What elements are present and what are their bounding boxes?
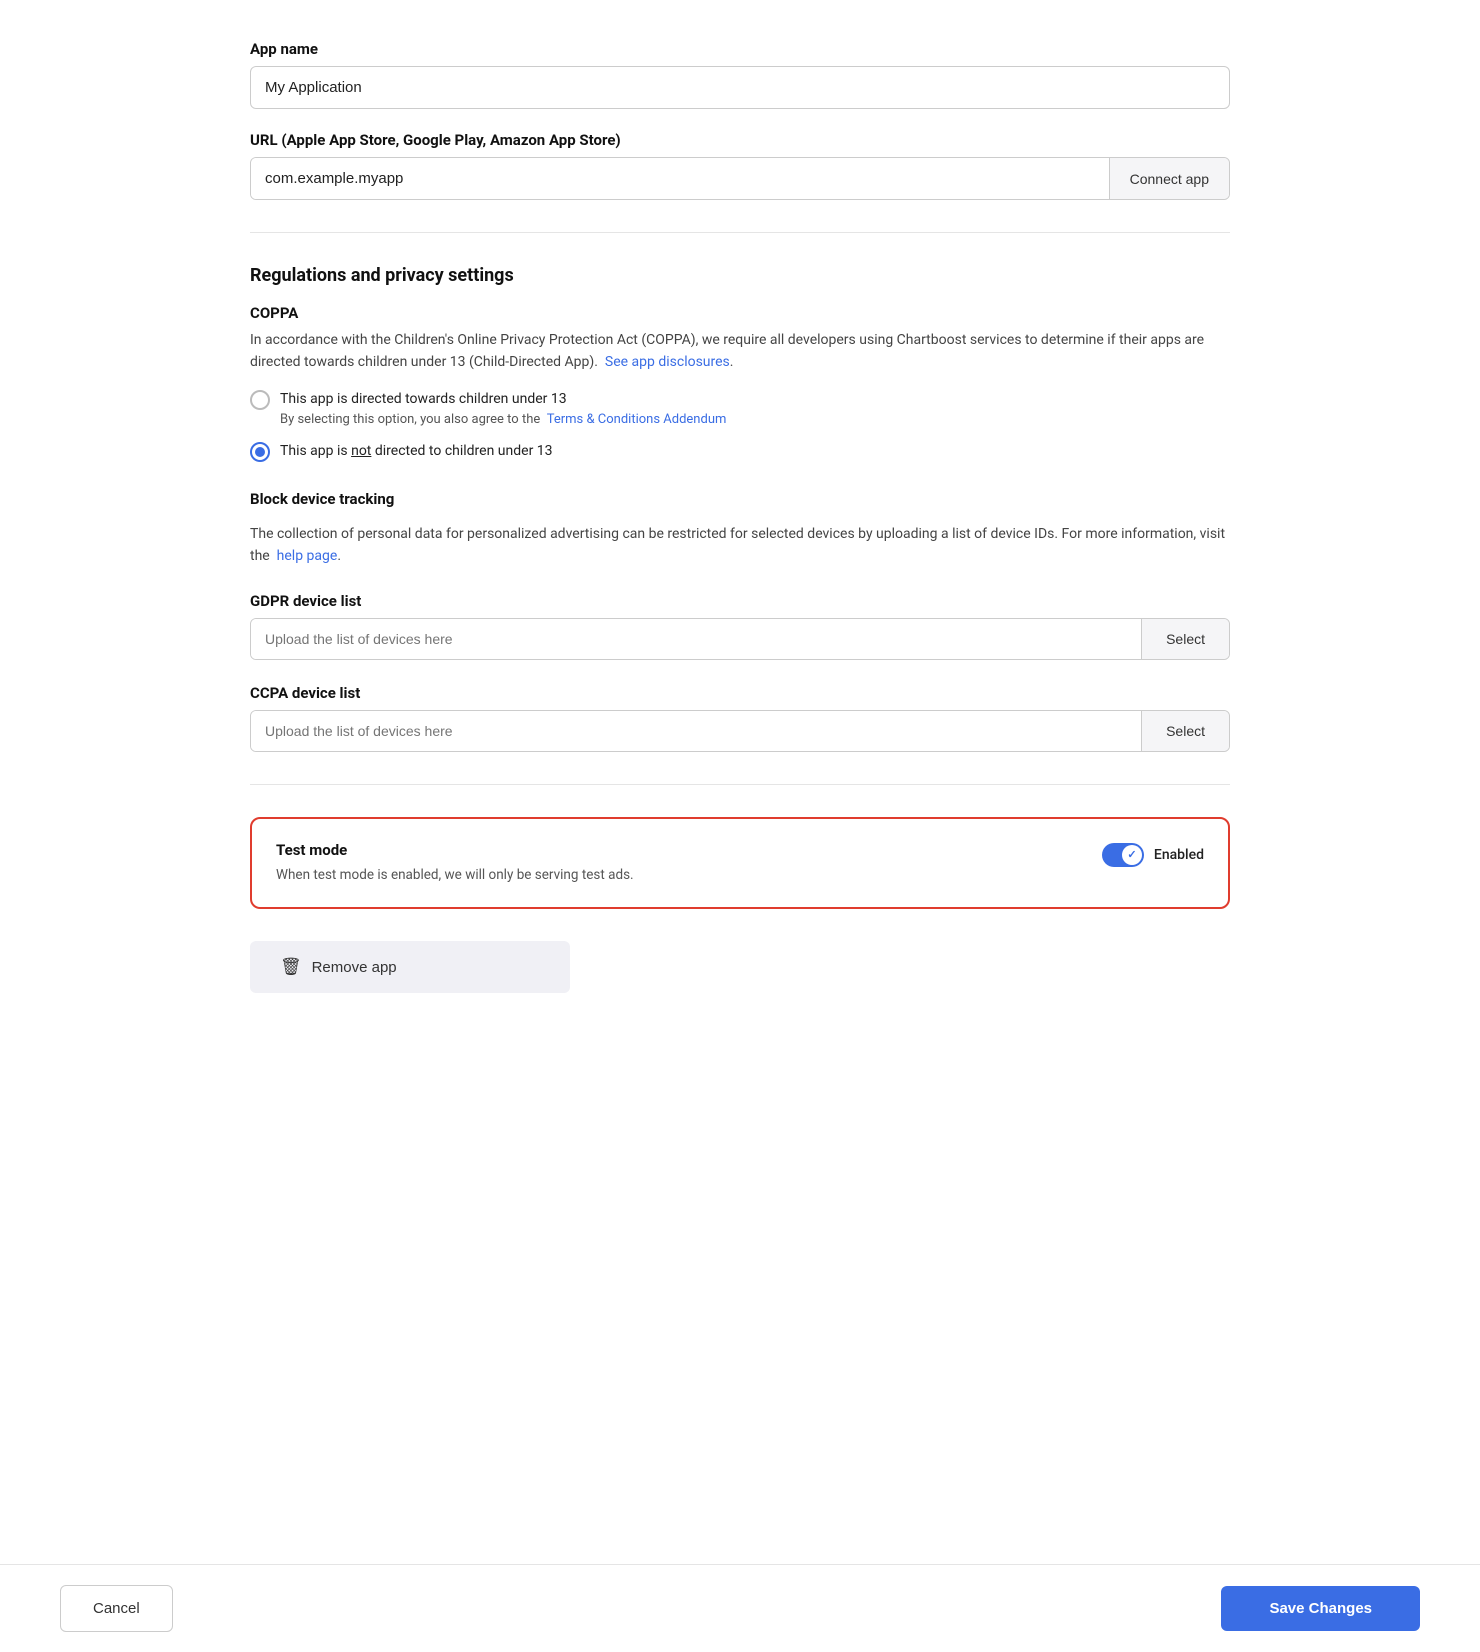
block-device-title: Block device tracking — [250, 490, 1230, 508]
coppa-not-text: not — [351, 443, 371, 459]
regulations-section-title: Regulations and privacy settings — [250, 265, 1230, 286]
test-mode-enabled-label: Enabled — [1154, 847, 1204, 863]
coppa-radio-directed-label-block: This app is directed towards children un… — [280, 389, 726, 427]
test-mode-right: ✓ Enabled — [1102, 843, 1204, 867]
coppa-radio-group: This app is directed towards children un… — [250, 389, 1230, 462]
cancel-button[interactable]: Cancel — [60, 1585, 173, 1632]
ccpa-label: CCPA device list — [250, 684, 1230, 702]
toggle-check-icon: ✓ — [1127, 848, 1136, 861]
coppa-radio-item-not-directed[interactable]: This app is not directed to children und… — [250, 441, 1230, 462]
connect-app-button[interactable]: Connect app — [1109, 158, 1229, 199]
section-divider-1 — [250, 232, 1230, 233]
ccpa-select-button[interactable]: Select — [1141, 711, 1229, 751]
url-label: URL (Apple App Store, Google Play, Amazo… — [250, 131, 1230, 149]
section-divider-2 — [250, 784, 1230, 785]
terms-conditions-link[interactable]: Terms & Conditions Addendum — [547, 412, 727, 427]
coppa-radio-directed-sublabel: By selecting this option, you also agree… — [280, 412, 726, 427]
test-mode-toggle[interactable]: ✓ — [1102, 843, 1144, 867]
coppa-radio-directed-circle[interactable] — [250, 390, 270, 410]
gdpr-select-button[interactable]: Select — [1141, 619, 1229, 659]
gdpr-input[interactable] — [251, 619, 1141, 659]
coppa-radio-not-directed-circle[interactable] — [250, 442, 270, 462]
app-name-input[interactable] — [250, 66, 1230, 109]
toggle-knob: ✓ — [1122, 845, 1142, 865]
coppa-radio-not-directed-dot — [255, 447, 265, 457]
test-mode-description: When test mode is enabled, we will only … — [276, 865, 676, 885]
help-page-link[interactable]: help page — [277, 548, 338, 564]
remove-app-button[interactable]: 🗑 Remove app — [250, 941, 570, 993]
footer-bar: Cancel Save Changes — [0, 1564, 1480, 1652]
coppa-radio-directed-label: This app is directed towards children un… — [280, 389, 726, 410]
coppa-radio-not-directed-label: This app is not directed to children und… — [280, 441, 553, 462]
coppa-title: COPPA — [250, 304, 1230, 322]
test-mode-left: Test mode When test mode is enabled, we … — [276, 841, 1102, 885]
ccpa-input[interactable] — [251, 711, 1141, 751]
coppa-radio-item-directed[interactable]: This app is directed towards children un… — [250, 389, 1230, 427]
test-mode-title: Test mode — [276, 841, 1102, 859]
coppa-description: In accordance with the Children's Online… — [250, 330, 1230, 373]
gdpr-label: GDPR device list — [250, 592, 1230, 610]
remove-app-label: Remove app — [312, 959, 397, 976]
test-mode-box: Test mode When test mode is enabled, we … — [250, 817, 1230, 909]
url-input[interactable] — [251, 158, 1109, 199]
url-row: Connect app — [250, 157, 1230, 200]
ccpa-input-row: Select — [250, 710, 1230, 752]
save-changes-button[interactable]: Save Changes — [1221, 1586, 1420, 1631]
block-device-description: The collection of personal data for pers… — [250, 524, 1230, 567]
see-app-disclosures-link[interactable]: See app disclosures — [605, 354, 730, 370]
trash-icon: 🗑 — [280, 957, 302, 977]
gdpr-input-row: Select — [250, 618, 1230, 660]
app-name-label: App name — [250, 40, 1230, 58]
